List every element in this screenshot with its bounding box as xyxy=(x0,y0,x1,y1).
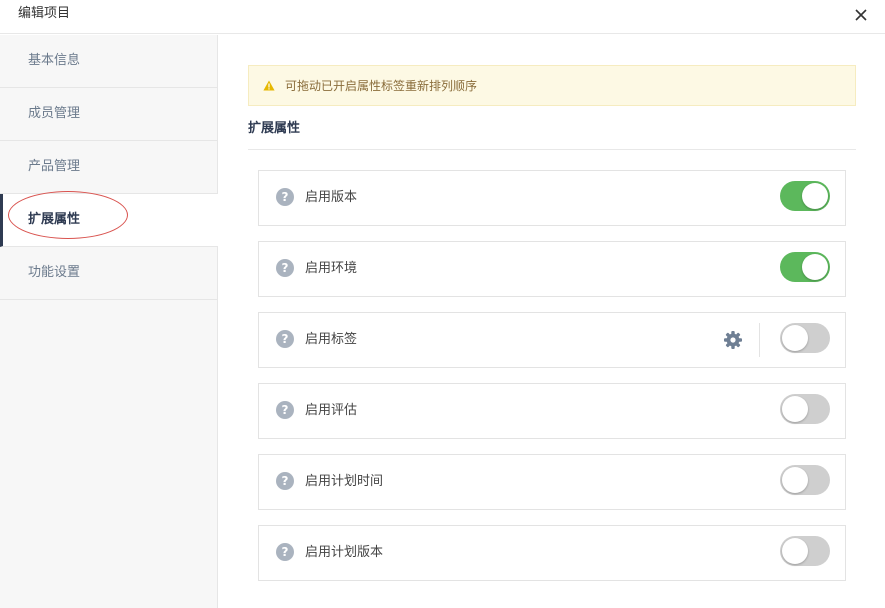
property-row-tags[interactable]: ? 启用标签 xyxy=(258,312,846,368)
toggle-switch[interactable] xyxy=(780,536,830,566)
sidebar-item-basic-info[interactable]: 基本信息 xyxy=(0,35,217,88)
section-title: 扩展属性 xyxy=(248,121,301,136)
property-label: 启用版本 xyxy=(305,190,358,205)
sidebar-item-label: 扩展属性 xyxy=(28,212,81,227)
toggle-knob xyxy=(782,396,808,422)
property-label: 启用标签 xyxy=(305,332,358,347)
toggle-knob xyxy=(782,538,808,564)
toggle-switch[interactable] xyxy=(780,323,830,353)
property-row-environment[interactable]: ? 启用环境 xyxy=(258,241,846,297)
sidebar-item-label: 成员管理 xyxy=(28,106,81,121)
edit-project-dialog: 编辑项目 基本信息 成员管理 产品管理 扩展属性 功能设置 可拖动已开启属性标签… xyxy=(0,0,885,608)
sidebar-item-extended-attributes[interactable]: 扩展属性 xyxy=(0,194,218,247)
row-divider xyxy=(759,323,760,357)
notice-text: 可拖动已开启属性标签重新排列顺序 xyxy=(285,79,478,93)
close-icon[interactable] xyxy=(851,5,871,25)
property-label: 启用计划版本 xyxy=(305,545,384,560)
help-icon[interactable]: ? xyxy=(276,401,294,419)
toggle-switch[interactable] xyxy=(780,394,830,424)
sidebar-item-feature-settings[interactable]: 功能设置 xyxy=(0,247,217,300)
section-divider xyxy=(248,149,856,150)
toggle-knob xyxy=(782,467,808,493)
property-row-planned-time[interactable]: ? 启用计划时间 xyxy=(258,454,846,510)
toggle-switch[interactable] xyxy=(780,181,830,211)
property-label: 启用计划时间 xyxy=(305,474,384,489)
sidebar-item-members[interactable]: 成员管理 xyxy=(0,88,217,141)
main-panel: 可拖动已开启属性标签重新排列顺序 扩展属性 ? 启用版本 ? 启用环境 ? 启用… xyxy=(218,35,885,608)
toggle-switch[interactable] xyxy=(780,252,830,282)
help-icon[interactable]: ? xyxy=(276,259,294,277)
property-label: 启用评估 xyxy=(305,403,358,418)
warning-icon xyxy=(263,80,275,91)
help-icon[interactable]: ? xyxy=(276,188,294,206)
gear-icon[interactable] xyxy=(723,330,743,350)
sidebar-item-label: 基本信息 xyxy=(28,53,81,68)
toggle-switch[interactable] xyxy=(780,465,830,495)
sidebar-item-label: 产品管理 xyxy=(28,159,81,174)
help-icon[interactable]: ? xyxy=(276,472,294,490)
property-row-evaluation[interactable]: ? 启用评估 xyxy=(258,383,846,439)
property-label: 启用环境 xyxy=(305,261,358,276)
dialog-titlebar: 编辑项目 xyxy=(0,0,885,34)
property-row-version[interactable]: ? 启用版本 xyxy=(258,170,846,226)
sidebar-nav: 基本信息 成员管理 产品管理 扩展属性 功能设置 xyxy=(0,35,218,608)
toggle-knob xyxy=(802,254,828,280)
help-icon[interactable]: ? xyxy=(276,330,294,348)
toggle-knob xyxy=(782,325,808,351)
sidebar-item-products[interactable]: 产品管理 xyxy=(0,141,217,194)
property-row-planned-version[interactable]: ? 启用计划版本 xyxy=(258,525,846,581)
toggle-knob xyxy=(802,183,828,209)
sidebar-item-label: 功能设置 xyxy=(28,265,81,280)
help-icon[interactable]: ? xyxy=(276,543,294,561)
dialog-title: 编辑项目 xyxy=(18,6,71,21)
drag-reorder-notice: 可拖动已开启属性标签重新排列顺序 xyxy=(248,65,856,106)
